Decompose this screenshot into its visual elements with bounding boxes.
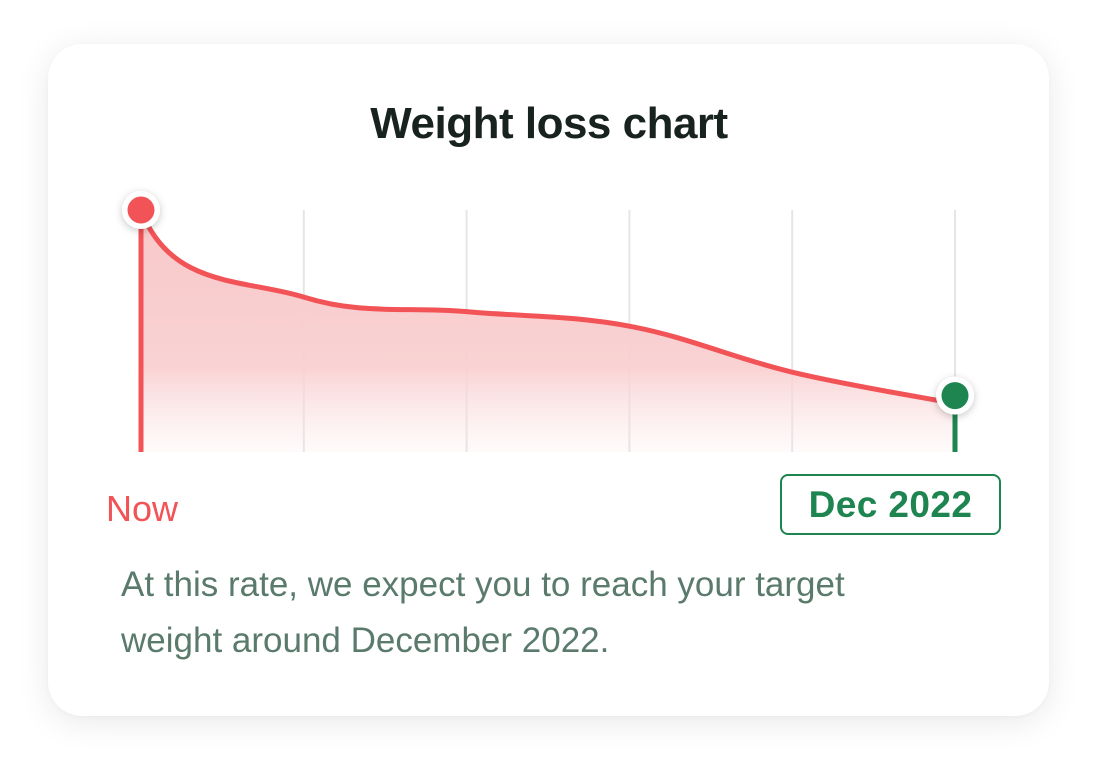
chart-title: Weight loss chart [370, 99, 728, 148]
target-date-label: Dec 2022 [808, 483, 973, 525]
target-date-badge: Dec 2022 [780, 474, 1001, 535]
prediction-description: At this rate, we expect you to reach you… [121, 565, 845, 660]
start-label-now: Now [106, 488, 179, 529]
